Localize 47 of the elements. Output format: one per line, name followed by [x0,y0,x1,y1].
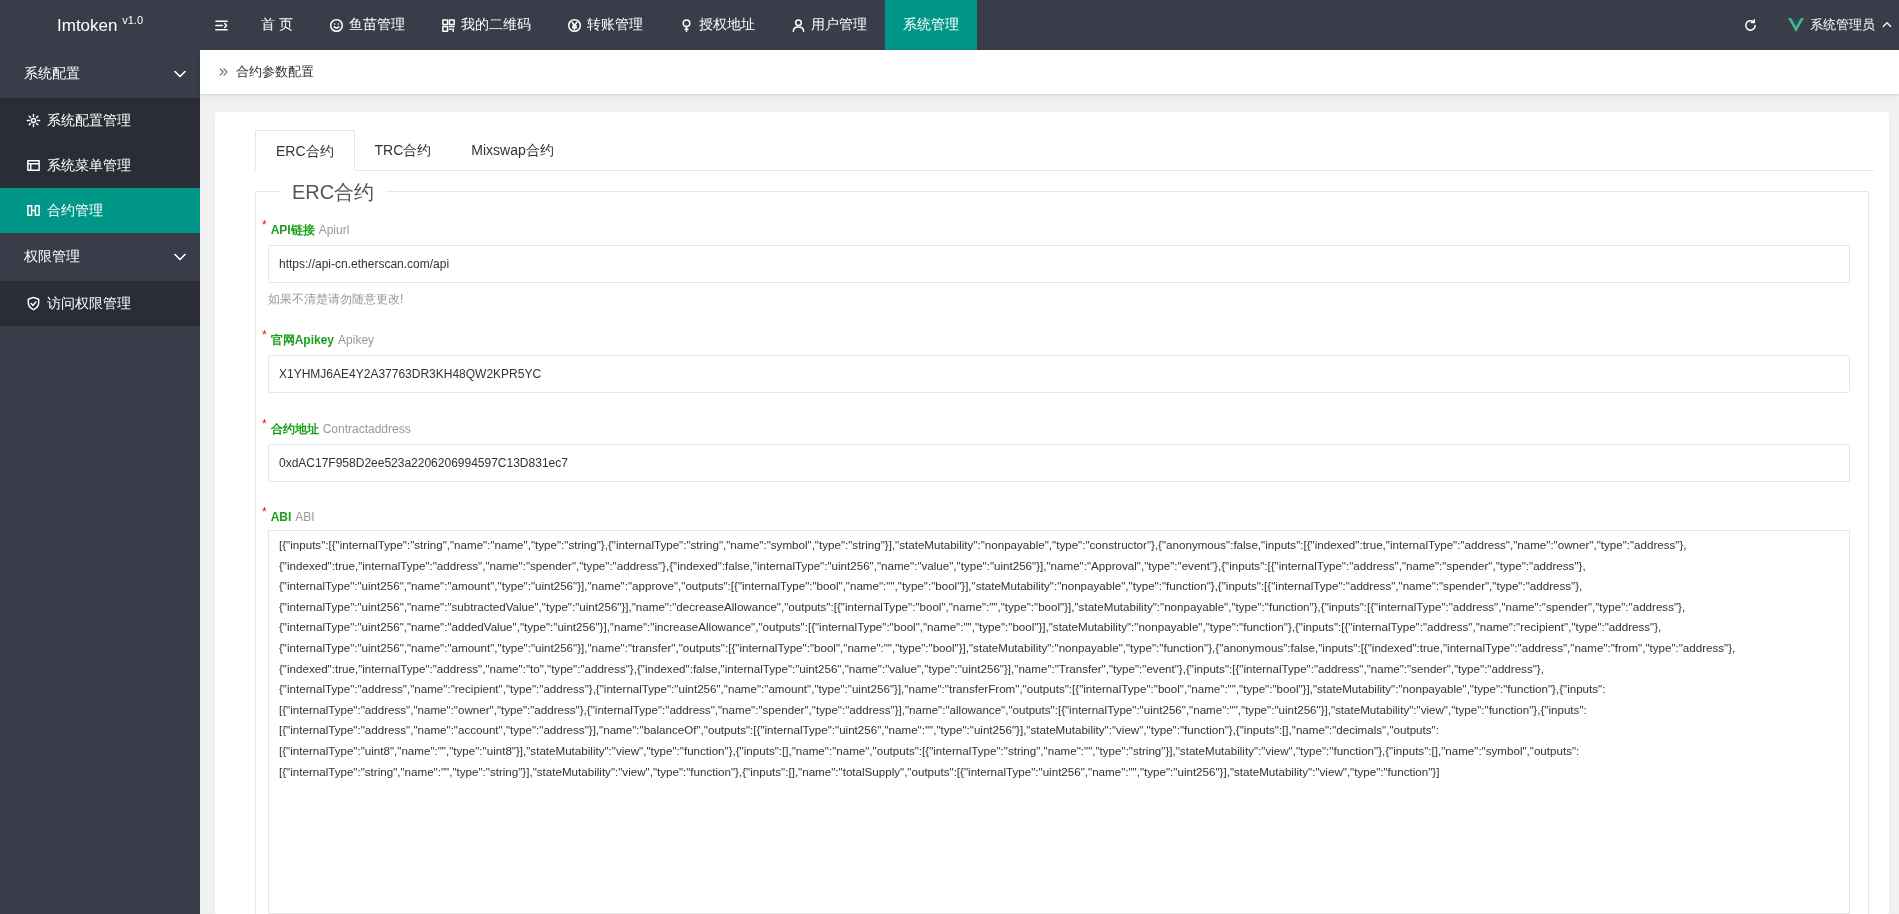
tab[interactable]: ERC合约 [255,130,355,171]
field-sublabel: ABI [295,510,315,524]
field-label: API链接 [270,222,315,239]
double-chevron-icon [218,66,230,78]
input-field[interactable]: 0xdAC17F958D2ee523a2206206994597C13D831ec7 [268,444,1850,482]
sidebar-item[interactable]: 系统菜单管理 [0,143,200,188]
shield-check-icon [26,296,41,311]
breadcrumb-text: 合约参数配置 [236,63,314,81]
smiley-face-icon [328,17,344,33]
field-label: ABI [270,510,292,524]
refresh-icon [1743,17,1758,33]
user-menu[interactable]: 系统管理员 [1772,16,1893,34]
columns-icon [26,203,41,218]
field-sublabel: Apiurl [318,223,350,237]
field-hint: 如果不清楚请勿随意更改! [268,291,405,308]
input-field[interactable]: https://api-cn.etherscan.com/api [268,245,1850,283]
field-label: 合约地址 [270,421,319,438]
v-logo-icon [1788,18,1804,32]
sidebar-item[interactable]: 合约管理 [0,188,200,233]
nav-item[interactable]: 转账管理 [548,0,661,50]
user-icon [790,17,806,33]
text-area[interactable]: [{"inputs":[{"internalType":"string","name":"name","type":"string"},{"internalType":"string","name":"symbol","type":"string"}],"stateMutability":"nonpayable","type":"constructor"},{"anonymous":false,"inputs":[{"indexed":true,"internalType":"address","name":"owner","type":"address"},{"indexed":true,"internalType":"address","name":"spender","type":"address"},{"indexed":false,"internalType":"uint256","name":"value","type":"uint256"}],"name":"Approval","type":"event"},{"inputs":[{"internalType":"address","name":"spender","type":"address"},{"internalType":"uint256","name":"amount","type":"uint256"}],"name":"approve","outputs":[{"internalType":"bool","name":"","type":"bool"}],"stateMutability":"nonpayable","type":"function"},{"inputs":[{"internalType":"address","name":"spender","type":"address"},{"internalType":"uint256","name":"subtractedValue","type":"uint256"}],"name":"decreaseAllowance","outputs":[{"internalType":"bool","name":"","type":"bool"}],"stateMutability":"nonpayable","type":"function"},{"inputs":[{"internalType":"address","name":"spender","type":"address"},{"internalType":"uint256","name":"addedValue","type":"uint256"}],"name":"increaseAllowance","outputs":[{"internalType":"bool","name":"","type":"bool"}],"stateMutability":"nonpayable","type":"function"},{"inputs":[{"internalType":"address","name":"recipient","type":"address"},{"internalType":"uint256","name":"amount","type":"uint256"}],"name":"transfer","outputs":[{"internalType":"bool","name":"","type":"bool"}],"stateMutability":"nonpayable","type":"function"},{"anonymous":false,"inputs":[{"indexed":true,"internalType":"address","name":"from","type":"address"},{"indexed":true,"internalType":"address","name":"to","type":"address"},{"indexed":false,"internalType":"uint256","name":"value","type":"uint256"}],"name":"Transfer","type":"event"},{"inputs":[{"internalType":"address","name":"sender","type":"address"},{"internalType":"address","name":"recipient","type":"address"},{"internalType":"uint256","name":"amount","type":"uint256"}],"name":"transferFrom","outputs":[{"internalType":"bool","name":"","type":"bool"}],"stateMutability":"nonpayable","type":"function"},{"inputs":[{"internalType":"address","name":"owner","type":"address"},{"internalType":"address","name":"spender","type":"address"}],"name":"allowance","outputs":[{"internalType":"uint256","name":"","type":"uint256"}],"stateMutability":"view","type":"function"},{"inputs":[{"internalType":"address","name":"account","type":"address"}],"name":"balanceOf","outputs":[{"internalType":"uint256","name":"","type":"uint256"}],"stateMutability":"view","type":"function"},{"inputs":[],"name":"decimals","outputs":[{"internalType":"uint8","name":"","type":"uint8"}],"stateMutability":"view","type":"function"},{"inputs":[],"name":"name","outputs":[{"internalType":"string","name":"","type":"string"}],"stateMutability":"view","type":"function"},{"inputs":[],"name":"symbol","outputs":[{"internalType":"string","name":"","type":"string"}],"stateMutability":"view","type":"function"},{"inputs":[],"name":"totalSupply","outputs":[{"internalType":"uint256","name":"","type":"uint256"}],"stateMutability":"view","type":"function"}] [268,530,1850,914]
nav-item[interactable]: 我的二维码 [422,0,549,50]
gear-icon [26,113,41,128]
nav-item[interactable]: 首 页 [243,0,311,50]
yen-coin-icon [566,17,582,33]
grid-icon [440,17,456,33]
required-mark: * [262,218,267,232]
tab[interactable]: Mixswap合约 [451,130,574,170]
window-icon [26,158,41,173]
sidebar-item[interactable]: 系统配置管理 [0,98,200,143]
field-sublabel: Apikey [338,333,375,347]
nav-item[interactable]: 用户管理 [772,0,885,50]
input-field[interactable]: X1YHMJ6AE4Y2A37763DR3KH48QW2KPR5YC [268,355,1850,393]
field-sublabel: Contractaddress [322,422,411,436]
tab[interactable]: TRC合约 [354,130,452,170]
sidebar-group[interactable]: 系统配置 [0,50,200,98]
sidebar-item[interactable]: 访问权限管理 [0,281,200,326]
required-mark: * [262,505,267,519]
required-mark: * [262,328,267,342]
sidebar-group[interactable]: 权限管理 [0,233,200,281]
field-label: 官网Apikey [270,332,335,349]
nav-item[interactable]: 系统管理 [884,0,977,50]
app-logo: Imtoken $^{v1.0}$ [57,14,143,36]
nav-item[interactable]: 鱼苗管理 [310,0,423,50]
required-mark: * [262,417,267,431]
nav-item[interactable]: 授权地址 [660,0,773,50]
